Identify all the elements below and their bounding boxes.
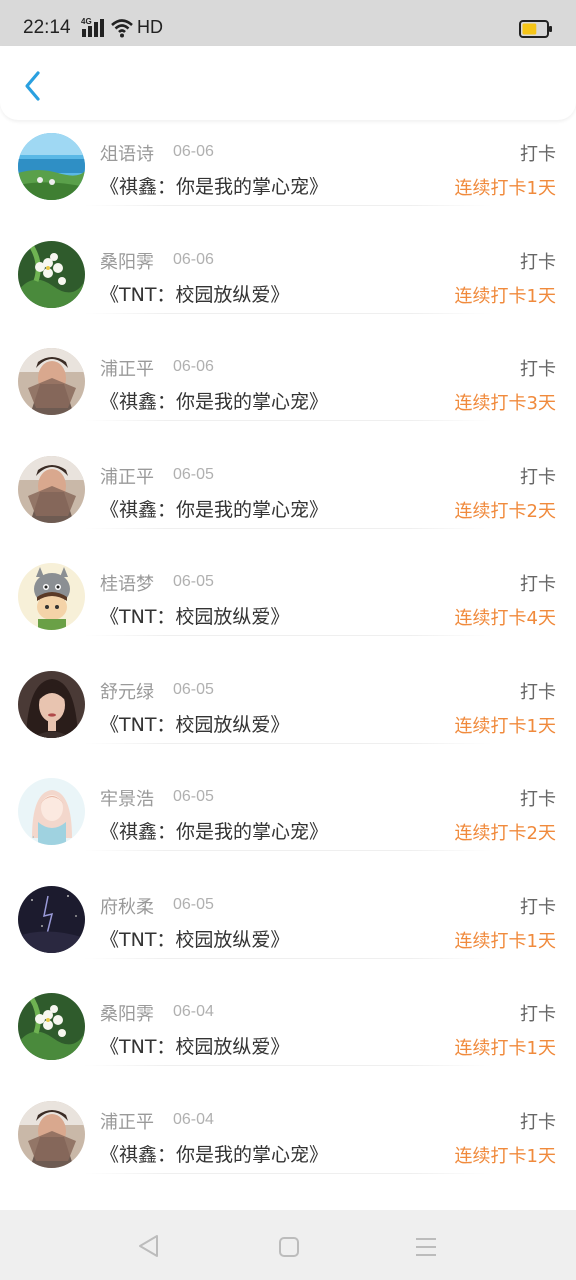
streak-label: 连续打卡1天	[454, 178, 556, 199]
book-title: 《祺鑫：你是我的掌心宠》	[100, 391, 329, 413]
avatar[interactable]	[18, 993, 85, 1060]
list-item[interactable]: 桂语梦 06-05 《TNT：校园放纵爱》 打卡连续打卡4天	[0, 528, 576, 636]
list-item[interactable]: 浦正平 06-04 《祺鑫：你是我的掌心宠》 打卡连续打卡1天	[0, 1066, 576, 1174]
user-name: 桑阳霁	[100, 251, 154, 273]
nav-menu-icon[interactable]	[415, 1236, 437, 1258]
checkin-date: 06-04	[173, 1110, 214, 1128]
status-bar: 22:14 4G HD	[0, 0, 576, 46]
streak-label: 连续打卡2天	[454, 823, 556, 844]
checkin-date: 06-06	[173, 250, 214, 268]
nav-home-icon[interactable]	[278, 1236, 300, 1258]
checkin-label: 打卡	[520, 896, 556, 918]
checkin-label: 打卡	[520, 1004, 556, 1025]
checkin-date: 06-05	[173, 788, 214, 805]
book-title: 《祺鑫：你是我的掌心宠》	[100, 1143, 329, 1166]
list-item[interactable]: 浦正平 06-06 《祺鑫：你是我的掌心宠》 打卡连续打卡3天	[0, 313, 576, 421]
checkin-date: 06-05	[173, 573, 214, 590]
row-divider	[84, 1172, 492, 1174]
list-item[interactable]: 俎语诗 06-06 《祺鑫：你是我的掌心宠》 打卡连续打卡1天	[0, 98, 576, 206]
user-name: 桑阳霁	[100, 1004, 154, 1025]
streak-label: 连续打卡2天	[454, 500, 556, 522]
svg-text:·: ·	[32, 833, 35, 842]
battery-icon	[519, 20, 552, 38]
system-nav-bar	[0, 1210, 576, 1280]
streak-label: 连续打卡1天	[454, 1038, 556, 1059]
avatar[interactable]	[18, 455, 85, 523]
nav-back-icon[interactable]	[136, 1234, 162, 1258]
book-title: 《TNT：校园放纵爱》	[100, 283, 290, 306]
user-name: 浦正平	[100, 1111, 154, 1133]
wifi-icon	[111, 19, 133, 38]
checkin-label: 打卡	[520, 359, 556, 380]
streak-label: 连续打卡1天	[454, 285, 556, 307]
checkin-date: 06-06	[173, 143, 214, 160]
list-item[interactable]: · 牢景浩 06-05 《祺鑫：你是我的掌心宠》 打卡连续打卡2天	[0, 743, 576, 851]
streak-label: 连续打卡1天	[454, 715, 556, 737]
list-item[interactable]: 舒元绿 06-05 《TNT：校园放纵爱》 打卡连续打卡1天	[0, 636, 576, 744]
avatar[interactable]	[18, 348, 85, 415]
checkin-label: 打卡	[520, 144, 556, 165]
checkin-label: 打卡	[520, 574, 556, 595]
streak-label: 连续打卡4天	[454, 608, 556, 629]
checkin-date: 06-05	[173, 465, 214, 483]
checkin-label: 打卡	[520, 789, 556, 810]
avatar[interactable]	[18, 670, 85, 738]
avatar[interactable]	[18, 563, 85, 630]
book-title: 《祺鑫：你是我的掌心宠》	[100, 176, 329, 198]
user-name: 牢景浩	[100, 789, 154, 810]
streak-label: 连续打卡1天	[454, 930, 556, 952]
streak-label: 连续打卡1天	[454, 1145, 556, 1167]
user-name: 俎语诗	[100, 144, 154, 165]
checkin-label: 打卡	[520, 681, 556, 703]
streak-label: 连续打卡3天	[454, 393, 556, 414]
avatar[interactable]	[18, 133, 85, 200]
book-title: 《TNT：校园放纵爱》	[100, 713, 290, 736]
checkin-date: 06-04	[173, 1003, 214, 1020]
list-item[interactable]: 桑阳霁 06-04 《TNT：校园放纵爱》 打卡连续打卡1天	[0, 958, 576, 1066]
checkin-label: 打卡	[520, 251, 556, 273]
checkin-date: 06-05	[173, 895, 214, 913]
avatar[interactable]: ·	[18, 778, 85, 845]
checkin-date: 06-05	[173, 680, 214, 698]
list-item[interactable]: 桑阳霁 06-06 《TNT：校园放纵爱》 打卡连续打卡1天	[0, 206, 576, 314]
avatar[interactable]	[18, 1100, 85, 1168]
book-title: 《祺鑫：你是我的掌心宠》	[100, 498, 329, 521]
avatar[interactable]	[18, 885, 85, 953]
checkin-date: 06-06	[173, 358, 214, 375]
list-item[interactable]: 府秋柔 06-05 《TNT：校园放纵爱》 打卡连续打卡1天	[0, 851, 576, 959]
checkin-label: 打卡	[520, 1111, 556, 1133]
book-title: 《TNT：校园放纵爱》	[100, 1036, 290, 1058]
book-title: 《祺鑫：你是我的掌心宠》	[100, 821, 329, 843]
user-name: 浦正平	[100, 359, 154, 380]
list-item[interactable]: 浦正平 06-05 《祺鑫：你是我的掌心宠》 打卡连续打卡2天	[0, 421, 576, 529]
user-name: 桂语梦	[100, 574, 154, 595]
user-name: 舒元绿	[100, 681, 154, 703]
status-time: 22:14	[23, 17, 71, 38]
user-name: 浦正平	[100, 466, 154, 488]
book-title: 《TNT：校园放纵爱》	[100, 928, 290, 951]
signal-icon	[82, 19, 104, 37]
user-name: 府秋柔	[100, 896, 154, 918]
checkin-label: 打卡	[520, 466, 556, 488]
avatar[interactable]	[18, 240, 85, 308]
book-title: 《TNT：校园放纵爱》	[100, 606, 290, 628]
hd-indicator: HD	[137, 17, 163, 37]
